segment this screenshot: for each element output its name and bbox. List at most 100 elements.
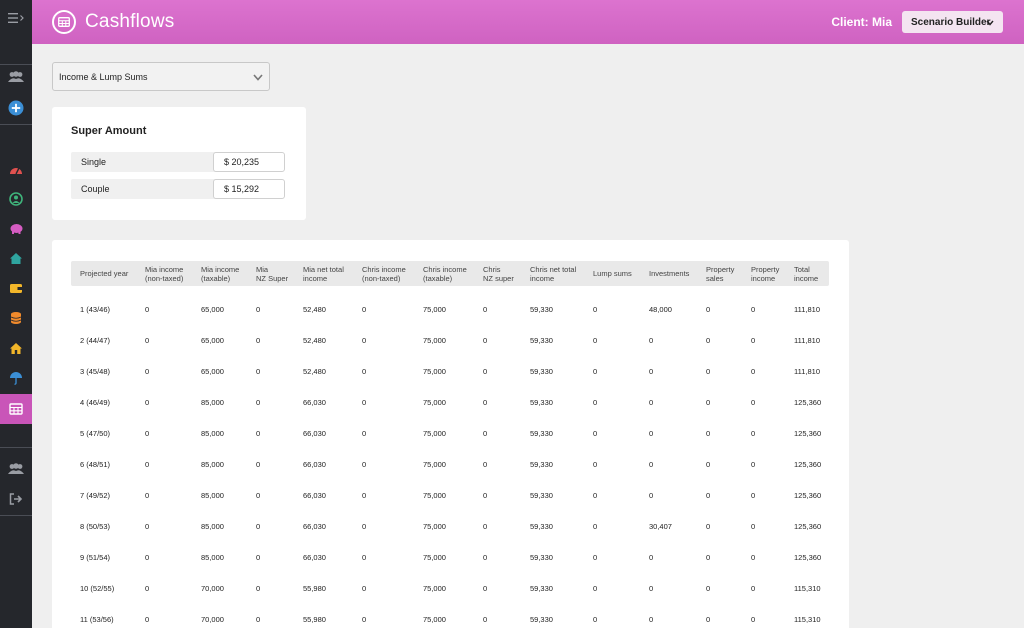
income-type-select[interactable]: Income & Lump Sums — [52, 62, 270, 91]
table-cell: 75,000 — [423, 553, 446, 562]
table-cell: 0 — [145, 367, 150, 376]
table-cell: 0 — [362, 460, 367, 469]
table-cell: 0 — [256, 429, 261, 438]
table-cell: 66,030 — [303, 429, 326, 438]
column-header-line: NZ Super — [256, 273, 289, 283]
table-cell: 65,000 — [201, 305, 224, 314]
table-cell: 66,030 — [303, 553, 326, 562]
table-cell: 0 — [706, 398, 711, 407]
table-cell: 0 — [362, 429, 367, 438]
table-cell: 0 — [649, 367, 654, 376]
table-cell: 55,980 — [303, 615, 326, 624]
sidebar-divider — [0, 515, 32, 516]
logout-icon[interactable] — [0, 485, 32, 513]
wallet-icon[interactable] — [0, 274, 32, 302]
table-cell: 75,000 — [423, 398, 446, 407]
team-icon[interactable] — [0, 455, 32, 483]
umbrella-icon[interactable] — [0, 364, 32, 392]
table-cell: 0 — [483, 615, 488, 624]
column-header-line: income — [794, 273, 819, 283]
table-cell: 0 — [751, 522, 756, 531]
piggy-bank-icon[interactable] — [0, 214, 32, 242]
column-header: Total income — [794, 261, 818, 286]
column-header: Chris income (non-taxed) — [362, 261, 406, 286]
table-icon[interactable] — [0, 394, 32, 424]
table-cell: 0 — [256, 615, 261, 624]
table-cell: 75,000 — [423, 491, 446, 500]
coins-icon[interactable] — [0, 304, 32, 332]
table-cell: 75,000 — [423, 429, 446, 438]
table-cell: 0 — [751, 491, 756, 500]
table-header-row: Projected year Mia income (non-taxed) Mia i… — [71, 261, 829, 286]
table-cell: 0 — [145, 305, 150, 314]
table-cell: 75,000 — [423, 615, 446, 624]
table-cell: 65,000 — [201, 336, 224, 345]
table-row-year: 2 (44/47) — [80, 336, 111, 345]
table-cell: 66,030 — [303, 522, 326, 531]
super-single-value[interactable]: $ 20,235 — [213, 152, 285, 172]
table-cell: 0 — [593, 429, 598, 438]
table-row-year: 5 (47/50) — [80, 429, 111, 438]
column-header: Mia NZ Super — [256, 261, 288, 286]
column-header: Chris NZ super — [483, 261, 514, 286]
table-cell: 48,000 — [649, 305, 672, 314]
table-cell: 0 — [362, 522, 367, 531]
table-cell: 0 — [751, 553, 756, 562]
table-cell: 52,480 — [303, 367, 326, 376]
table-cell: 59,330 — [530, 367, 553, 376]
table-cell: 0 — [483, 398, 488, 407]
table-cell: 0 — [256, 398, 261, 407]
table-cell: 0 — [145, 522, 150, 531]
table-row-year: 7 (49/52) — [80, 491, 111, 500]
table-row-year: 3 (45/48) — [80, 367, 111, 376]
table-cell: 0 — [751, 398, 756, 407]
add-icon[interactable] — [0, 94, 32, 122]
table-row-year: 4 (46/49) — [80, 398, 111, 407]
home-icon[interactable] — [0, 244, 32, 272]
table-cell: 59,330 — [530, 584, 553, 593]
column-header-line: (taxable) — [423, 273, 453, 283]
column-header-line: (non-taxed) — [362, 273, 401, 283]
table-cell: 30,407 — [649, 522, 672, 531]
column-header-line: income — [751, 273, 776, 283]
table-cell: 0 — [483, 522, 488, 531]
scenario-builder-button[interactable]: Scenario Builder — [902, 11, 1003, 33]
table-cell: 125,360 — [794, 460, 822, 469]
table-cell: 0 — [483, 429, 488, 438]
table-cell: 59,330 — [530, 460, 553, 469]
table-cell: 52,480 — [303, 336, 326, 345]
table-cell: 0 — [483, 584, 488, 593]
table-cell: 0 — [649, 615, 654, 624]
table-cell: 0 — [145, 460, 150, 469]
users-icon[interactable] — [0, 63, 32, 91]
table-cell: 0 — [362, 398, 367, 407]
scenario-builder-label: Scenario Builder — [911, 16, 991, 28]
column-header: Mia income (non-taxed) — [145, 261, 183, 286]
table-cell: 52,480 — [303, 305, 326, 314]
table-cell: 0 — [145, 553, 150, 562]
table-cell: 75,000 — [423, 460, 446, 469]
table-cell: 65,000 — [201, 367, 224, 376]
table-cell: 85,000 — [201, 429, 224, 438]
table-cell: 0 — [751, 615, 756, 624]
table-cell: 0 — [649, 460, 654, 469]
table-cell: 111,810 — [794, 367, 820, 376]
column-header-line: Chris income — [362, 264, 406, 274]
table-cell: 0 — [256, 305, 261, 314]
table-cell: 0 — [145, 491, 150, 500]
table-cell: 0 — [751, 305, 756, 314]
house-icon[interactable] — [0, 334, 32, 362]
menu-expand-icon[interactable] — [0, 4, 32, 32]
table-row-year: 9 (51/54) — [80, 553, 111, 562]
client-label: Client: Mia — [831, 15, 892, 29]
table-cell: 125,360 — [794, 398, 822, 407]
user-circle-icon[interactable] — [0, 185, 32, 213]
super-couple-value[interactable]: $ 15,292 — [213, 179, 285, 199]
table-cell: 0 — [751, 367, 756, 376]
column-header-line: income — [303, 273, 328, 283]
table-cell: 59,330 — [530, 429, 553, 438]
column-header-line: NZ super — [483, 273, 514, 283]
table-cell: 0 — [483, 460, 488, 469]
dashboard-icon[interactable] — [0, 156, 32, 184]
sidebar-divider — [0, 447, 32, 448]
